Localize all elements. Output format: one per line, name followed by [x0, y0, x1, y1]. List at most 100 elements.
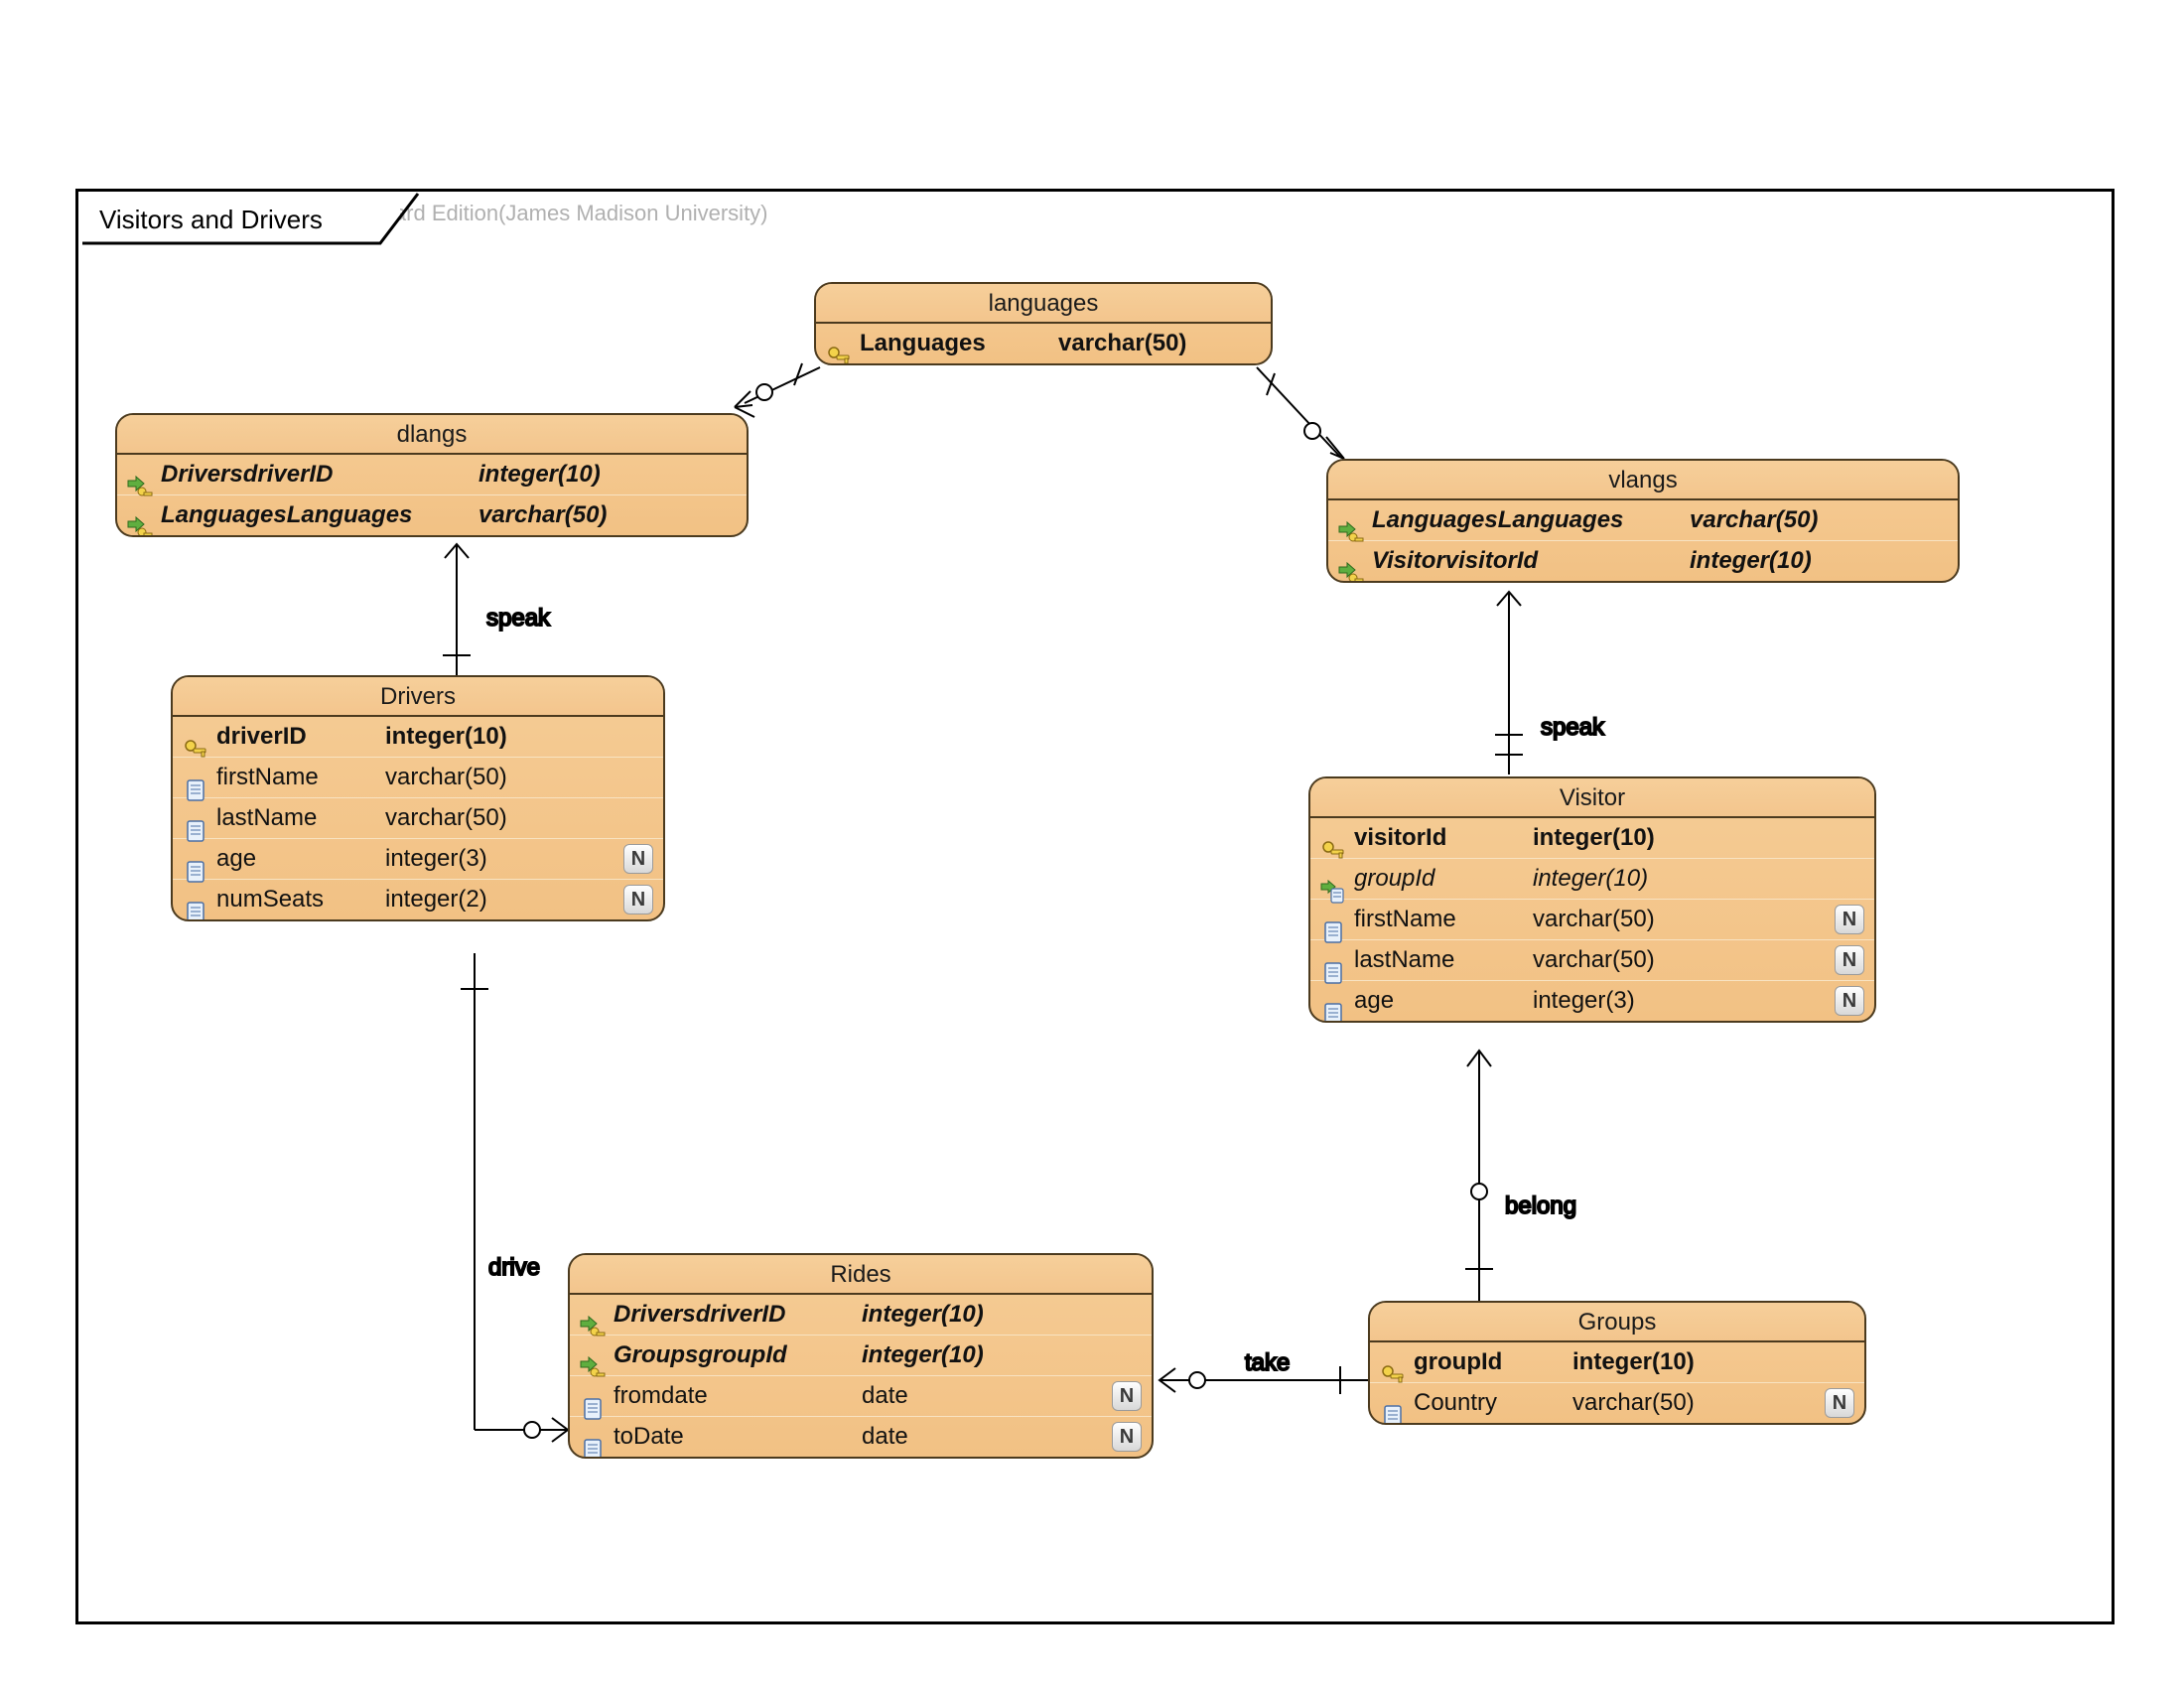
column-row: numSeatsinteger(2)N	[173, 879, 663, 919]
column-row: DriversdriverIDinteger(10)	[117, 455, 747, 494]
svg-text:drive: drive	[488, 1254, 540, 1281]
entity-title: dlangs	[117, 415, 747, 455]
nullable-badge: N	[1835, 945, 1864, 975]
entity-languages[interactable]: languages Languagesvarchar(50)	[814, 282, 1273, 365]
column-row: toDatedate N	[570, 1416, 1152, 1457]
column-type: integer(3)	[385, 845, 487, 873]
column-row: LanguagesLanguagesvarchar(50)	[1328, 500, 1958, 540]
primary-key-icon	[826, 344, 852, 365]
column-name: toDate	[614, 1423, 862, 1451]
column-row: groupIdinteger(10)	[1370, 1342, 1864, 1382]
column-name: VisitorvisitorId	[1372, 547, 1690, 575]
column-row: groupIdinteger(10)	[1310, 858, 1874, 899]
column-type: integer(10)	[1533, 865, 1648, 893]
entity-groups[interactable]: Groups groupIdinteger(10)Countryvarchar(…	[1368, 1301, 1866, 1425]
foreign-key-icon	[1337, 561, 1365, 583]
column-row: firstNamevarchar(50) N	[1310, 899, 1874, 939]
entity-title: Groups	[1370, 1303, 1864, 1342]
column-name: age	[1354, 987, 1533, 1015]
primary-key-icon	[183, 737, 208, 763]
column-name: Country	[1414, 1389, 1572, 1417]
column-icon	[582, 1396, 604, 1422]
column-name: driverID	[216, 723, 385, 751]
column-icon	[1322, 960, 1344, 986]
entity-rides[interactable]: Rides DriversdriverIDinteger(10)Groupsgr…	[568, 1253, 1154, 1459]
column-type: integer(10)	[1572, 1348, 1695, 1376]
column-row: lastNamevarchar(50)	[173, 797, 663, 838]
svg-text:take: take	[1245, 1349, 1290, 1376]
foreign-key-column-icon	[1319, 879, 1347, 905]
column-name: lastName	[216, 804, 385, 832]
entity-title: vlangs	[1328, 461, 1958, 500]
column-row: lastNamevarchar(50)N	[1310, 939, 1874, 980]
column-icon	[1322, 1001, 1344, 1023]
nullable-badge: N	[623, 885, 653, 914]
entity-title: Drivers	[173, 677, 663, 717]
nullable-badge: N	[623, 844, 653, 874]
column-type: varchar(50)	[385, 804, 507, 832]
column-type: integer(10)	[862, 1301, 984, 1329]
nullable-badge: N	[1835, 905, 1864, 934]
column-name: age	[216, 845, 385, 873]
foreign-key-icon	[126, 475, 154, 500]
column-type: varchar(50)	[1690, 506, 1818, 534]
column-name: LanguagesLanguages	[161, 501, 478, 529]
foreign-key-icon	[579, 1315, 607, 1340]
column-icon	[185, 900, 206, 921]
column-type: varchar(50)	[1058, 330, 1186, 357]
column-name: visitorId	[1354, 824, 1533, 852]
column-type: integer(3)	[1533, 987, 1635, 1015]
column-row: GroupsgroupIdinteger(10)	[570, 1335, 1152, 1375]
column-row: ageinteger(3) N	[173, 838, 663, 879]
column-type: varchar(50)	[1572, 1389, 1695, 1417]
column-row: LanguagesLanguagesvarchar(50)	[117, 494, 747, 535]
column-icon	[1322, 919, 1344, 945]
column-type: varchar(50)	[1533, 906, 1655, 933]
diagram-stage: Visual Paradigm for UML Standard Edition…	[0, 0, 2184, 1688]
nullable-badge: N	[1112, 1381, 1142, 1411]
column-name: groupId	[1354, 865, 1533, 893]
column-icon	[185, 818, 206, 844]
entity-title: languages	[816, 284, 1271, 324]
foreign-key-icon	[579, 1355, 607, 1381]
column-row: DriversdriverIDinteger(10)	[570, 1295, 1152, 1335]
column-icon	[185, 859, 206, 885]
entity-dlangs[interactable]: dlangs DriversdriverIDinteger(10)Languag…	[115, 413, 749, 537]
svg-text:speak: speak	[1541, 714, 1605, 741]
column-row: Countryvarchar(50) N	[1370, 1382, 1864, 1423]
column-name: DriversdriverID	[161, 461, 478, 489]
column-type: integer(10)	[1533, 824, 1655, 852]
column-type: integer(10)	[385, 723, 507, 751]
nullable-badge: N	[1112, 1422, 1142, 1452]
foreign-key-icon	[126, 515, 154, 537]
column-name: Languages	[860, 330, 1058, 357]
column-type: integer(10)	[862, 1341, 984, 1369]
entity-drivers[interactable]: Drivers driverIDinteger(10)firstNamevarc…	[171, 675, 665, 921]
primary-key-icon	[1320, 838, 1346, 864]
entity-visitor[interactable]: Visitor visitorIdinteger(10)groupIdinteg…	[1308, 776, 1876, 1023]
column-name: firstName	[216, 764, 385, 791]
primary-key-icon	[1380, 1362, 1406, 1388]
column-name: LanguagesLanguages	[1372, 506, 1690, 534]
column-row: visitorIdinteger(10)	[1310, 818, 1874, 858]
column-name: fromdate	[614, 1382, 862, 1410]
column-row: Languagesvarchar(50)	[816, 324, 1271, 363]
foreign-key-icon	[1337, 520, 1365, 546]
entity-vlangs[interactable]: vlangs LanguagesLanguagesvarchar(50)Visi…	[1326, 459, 1960, 583]
column-name: firstName	[1354, 906, 1533, 933]
svg-text:speak: speak	[486, 605, 551, 632]
entity-title: Visitor	[1310, 778, 1874, 818]
column-name: numSeats	[216, 886, 385, 914]
column-type: varchar(50)	[478, 501, 607, 529]
svg-text:belong: belong	[1505, 1193, 1576, 1219]
column-type: integer(10)	[478, 461, 601, 489]
column-row: firstNamevarchar(50)	[173, 757, 663, 797]
column-icon	[1382, 1403, 1404, 1425]
column-name: DriversdriverID	[614, 1301, 862, 1329]
column-type: date	[862, 1382, 908, 1410]
column-type: date	[862, 1423, 908, 1451]
nullable-badge: N	[1825, 1388, 1854, 1418]
column-row: fromdatedate N	[570, 1375, 1152, 1416]
column-type: varchar(50)	[385, 764, 507, 791]
column-icon	[582, 1437, 604, 1459]
